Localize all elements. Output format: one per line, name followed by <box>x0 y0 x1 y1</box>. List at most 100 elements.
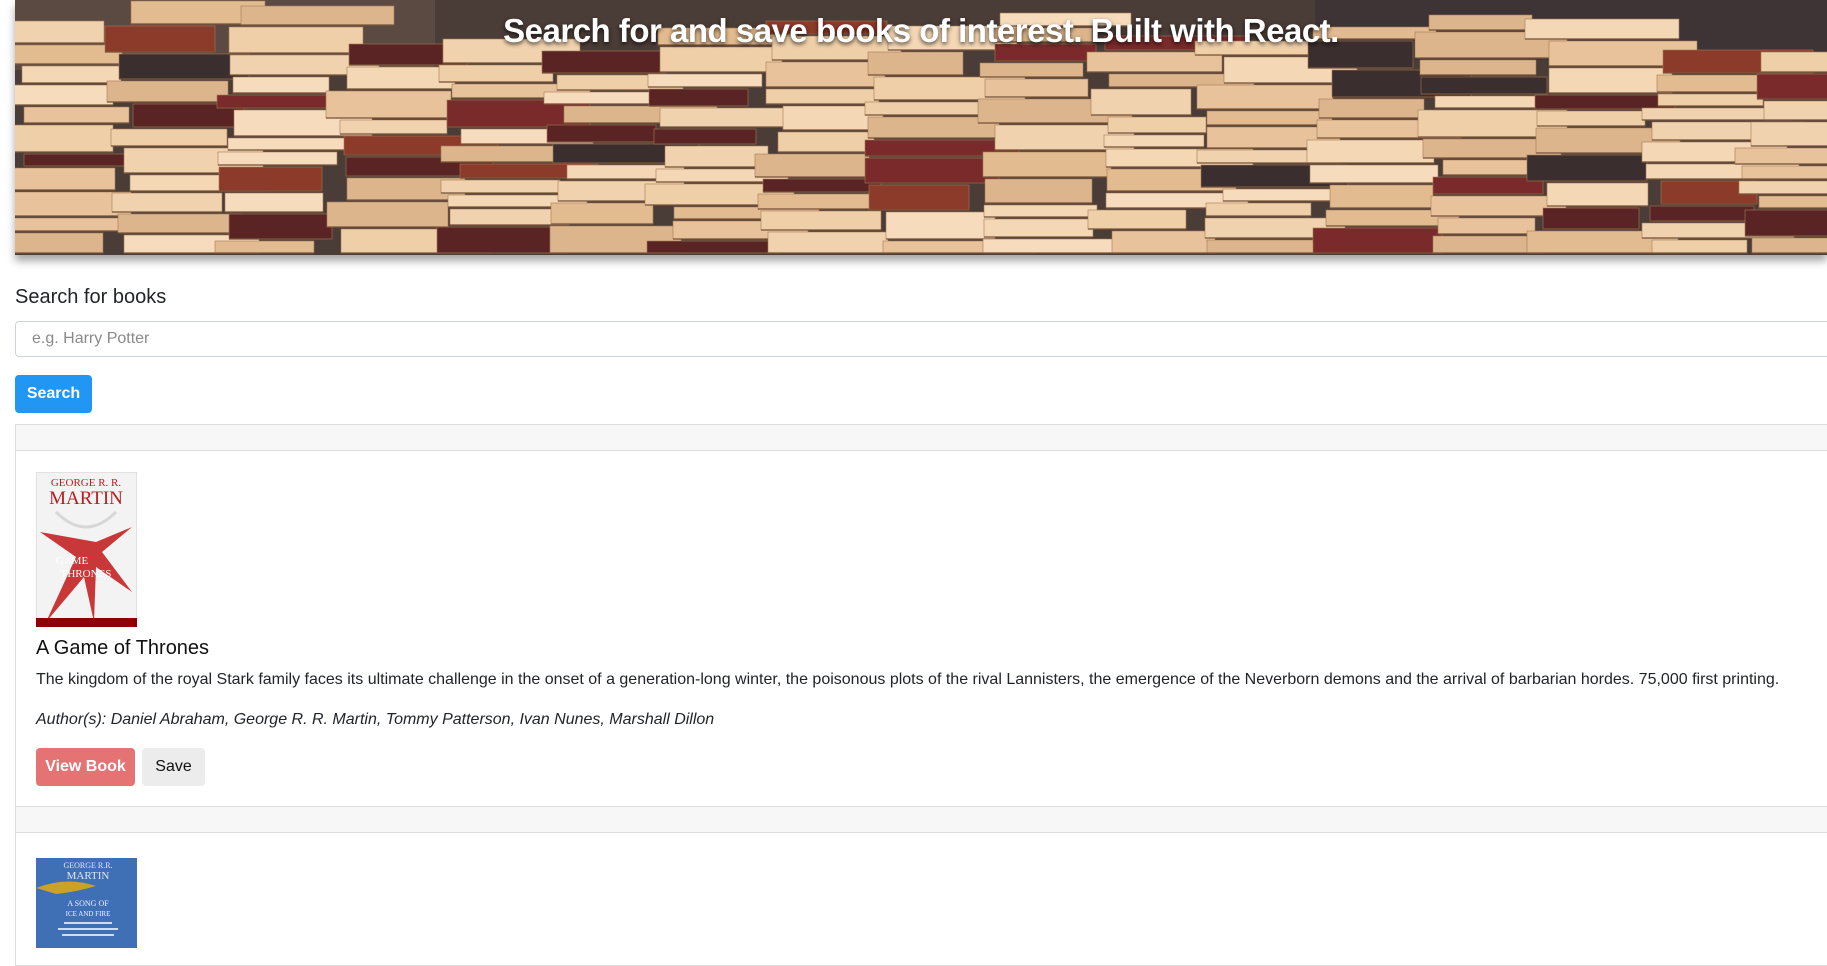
cover-title-line1: A SONG OF <box>67 899 109 908</box>
background-book-shadow <box>984 216 1097 218</box>
background-book-shadow <box>1112 252 1215 254</box>
background-book-shadow <box>1108 132 1206 134</box>
background-book <box>1419 59 1537 76</box>
background-book <box>1741 165 1827 180</box>
background-book <box>868 184 970 211</box>
background-book <box>1306 139 1435 164</box>
background-book-shadow <box>1757 98 1827 100</box>
background-book <box>1437 217 1536 235</box>
background-book <box>224 192 324 213</box>
background-book <box>1734 147 1827 165</box>
background-book <box>1318 98 1425 119</box>
background-book-shadow <box>1745 235 1827 237</box>
background-book-shadow <box>985 202 1092 204</box>
background-book <box>765 61 886 88</box>
background-book-shadow <box>1735 163 1827 165</box>
background-book-shadow <box>1087 71 1222 73</box>
background-book-shadow <box>107 101 228 103</box>
book-cover-image[interactable]: GEORGE R.R. MARTIN A SONG OF ICE AND FIR… <box>36 858 137 948</box>
background-book-shadow <box>542 72 666 74</box>
background-book <box>1750 121 1827 147</box>
background-book-shadow <box>1661 203 1757 205</box>
background-book-shadow <box>105 51 215 53</box>
background-book-shadow <box>551 223 653 225</box>
background-book-shadow <box>1104 146 1204 148</box>
background-book-shadow <box>1739 193 1827 195</box>
background-book-shadow <box>648 86 762 88</box>
search-button[interactable]: Search <box>15 375 92 413</box>
background-book <box>436 226 567 254</box>
background-book <box>117 213 243 234</box>
background-book <box>550 202 654 225</box>
hero-title: Search for and save books of interest. B… <box>503 12 1339 49</box>
background-book-shadow <box>15 151 113 153</box>
book-card: GEORGE R. R. MARTIN GAME THRONES A Game … <box>15 424 1827 807</box>
background-book <box>1758 195 1827 209</box>
background-book-shadow <box>865 182 999 184</box>
background-book-shadow <box>665 166 768 168</box>
background-book <box>979 62 1084 78</box>
background-book-shadow <box>1319 117 1424 119</box>
background-book <box>1534 94 1676 110</box>
view-book-button[interactable]: View Book <box>36 748 135 786</box>
background-book-shadow <box>1652 252 1747 254</box>
background-book <box>1756 73 1827 100</box>
background-book-shadow <box>1313 252 1442 254</box>
background-book <box>110 128 228 147</box>
background-book <box>659 46 783 73</box>
background-book-shadow <box>437 252 566 254</box>
background-book <box>1548 67 1673 94</box>
background-book-shadow <box>984 236 1093 238</box>
background-book <box>1205 202 1312 217</box>
search-input[interactable] <box>15 321 1827 357</box>
background-book-shadow <box>980 76 1083 78</box>
background-book <box>1763 100 1827 121</box>
background-book-shadow <box>547 141 656 143</box>
background-book <box>232 76 330 94</box>
background-book <box>1090 88 1192 116</box>
background-book <box>765 88 880 105</box>
background-book-shadow <box>886 238 995 240</box>
background-book <box>767 231 889 254</box>
background-book <box>1542 207 1640 230</box>
background-book-shadow <box>1543 228 1639 230</box>
background-book <box>15 167 116 191</box>
background-book-shadow <box>1658 105 1763 107</box>
background-book-shadow <box>985 96 1088 98</box>
background-book-shadow <box>1549 92 1672 94</box>
card-header <box>16 425 1827 451</box>
background-book <box>1206 239 1321 254</box>
background-book <box>15 84 114 106</box>
background-book <box>864 157 1000 184</box>
page: Search for and save books of interest. B… <box>0 0 1827 966</box>
background-book-shadow <box>326 117 451 119</box>
background-book-shadow <box>327 226 448 228</box>
cover-author-line1: GEORGE R.R. <box>63 861 112 870</box>
background-book <box>885 211 996 240</box>
background-book <box>440 179 561 194</box>
background-book <box>1111 230 1216 254</box>
background-book <box>325 90 452 119</box>
background-book-shadow <box>1201 186 1348 188</box>
background-book <box>982 238 1119 254</box>
background-book-shadow <box>1207 124 1332 126</box>
background-book <box>214 240 315 254</box>
book-cover-image[interactable]: GEORGE R. R. MARTIN GAME THRONES <box>36 472 137 627</box>
background-book-shadow <box>112 211 222 213</box>
background-book-shadow <box>778 151 874 153</box>
background-book <box>1312 227 1443 254</box>
background-book-shadow <box>868 74 963 76</box>
background-book-shadow <box>1761 71 1827 73</box>
background-book-shadow <box>983 176 1111 178</box>
book-title: A Game of Thrones <box>36 637 210 659</box>
background-book-shadow <box>1759 207 1827 209</box>
background-book-shadow <box>1433 193 1543 195</box>
background-book-shadow <box>15 252 103 254</box>
background-book-shadow <box>995 60 1096 62</box>
background-book <box>15 232 104 254</box>
background-book-shadow <box>1307 162 1434 164</box>
save-book-button[interactable]: Save <box>142 748 205 786</box>
book-card: GEORGE R.R. MARTIN A SONG OF ICE AND FIR… <box>15 806 1827 966</box>
background-book <box>15 124 114 153</box>
background-book-shadow <box>1107 190 1236 192</box>
